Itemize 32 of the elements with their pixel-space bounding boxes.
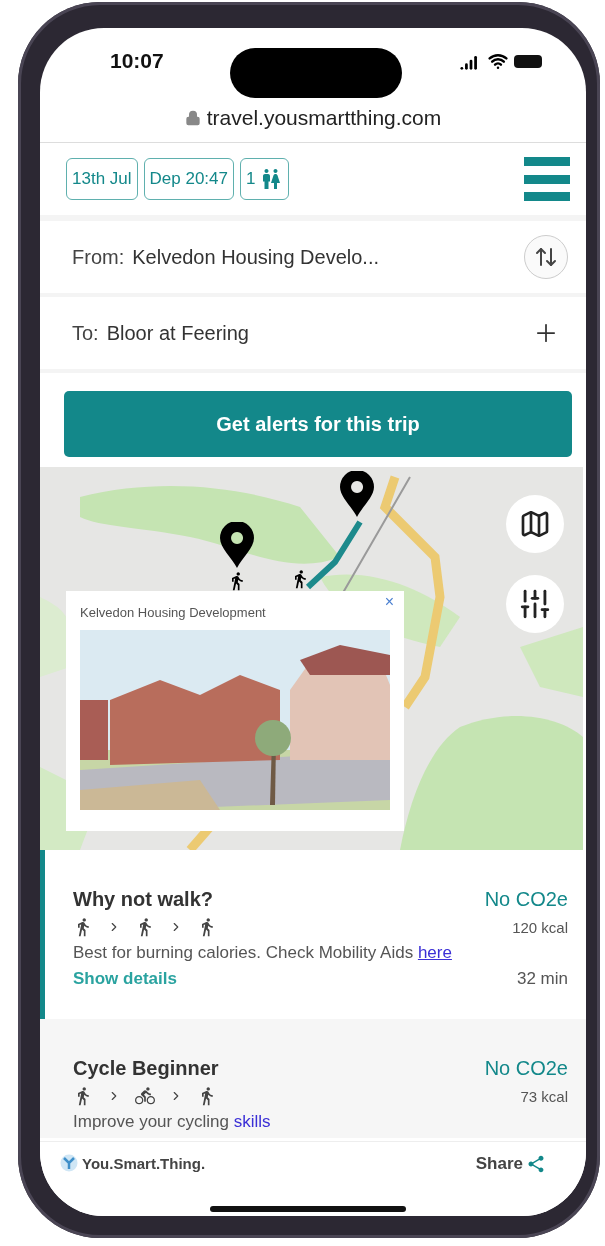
emissions-text: No CO2e xyxy=(484,1057,568,1080)
swap-icon xyxy=(534,245,558,269)
trip-option-button[interactable]: Dep 20:47 xyxy=(143,158,234,200)
to-label: To: xyxy=(72,321,99,345)
logo-icon xyxy=(60,1154,78,1172)
skills-link[interactable]: skills xyxy=(233,1112,271,1131)
duration-text: 32 min xyxy=(516,969,568,989)
calories-text: 73 kcal xyxy=(520,1087,568,1105)
menu-button[interactable] xyxy=(524,157,570,201)
wifi-icon xyxy=(488,51,508,71)
lock-icon xyxy=(184,110,201,126)
route-description: Best for burning calories. Check Mobility Aids here xyxy=(73,943,453,963)
route-card[interactable]: Cycle Beginner No CO2e 73 kcal Improve your cycling skills xyxy=(40,1019,586,1138)
brand-link[interactable]: You.Smart.Thing. xyxy=(60,1154,206,1172)
route-title: Why not walk? xyxy=(73,888,213,911)
here-link[interactable]: here xyxy=(417,943,452,962)
battery-icon xyxy=(514,54,542,68)
calories-text: 120 kcal xyxy=(512,918,568,936)
share-button[interactable]: Share xyxy=(475,1154,546,1174)
route-description: Improve your cycling skills xyxy=(73,1112,272,1132)
trip-option-button[interactable]: 1 xyxy=(240,158,290,200)
from-label: From: xyxy=(72,245,125,269)
share-icon xyxy=(526,1154,546,1174)
route-title: Cycle Beginner xyxy=(73,1057,219,1080)
swap-button[interactable] xyxy=(524,235,568,279)
emissions-text: No CO2e xyxy=(484,888,568,911)
trip-option-button[interactable]: 13th Jul xyxy=(66,158,138,200)
alert-button[interactable]: Get alerts for this trip xyxy=(64,391,572,457)
to-value[interactable]: Bloor at Feering xyxy=(106,321,249,345)
url-text[interactable]: travel.yousmartthing.com xyxy=(206,106,442,130)
status-time: 10:07 xyxy=(110,49,164,73)
from-value[interactable]: Kelvedon Housing Develo... xyxy=(132,245,380,269)
